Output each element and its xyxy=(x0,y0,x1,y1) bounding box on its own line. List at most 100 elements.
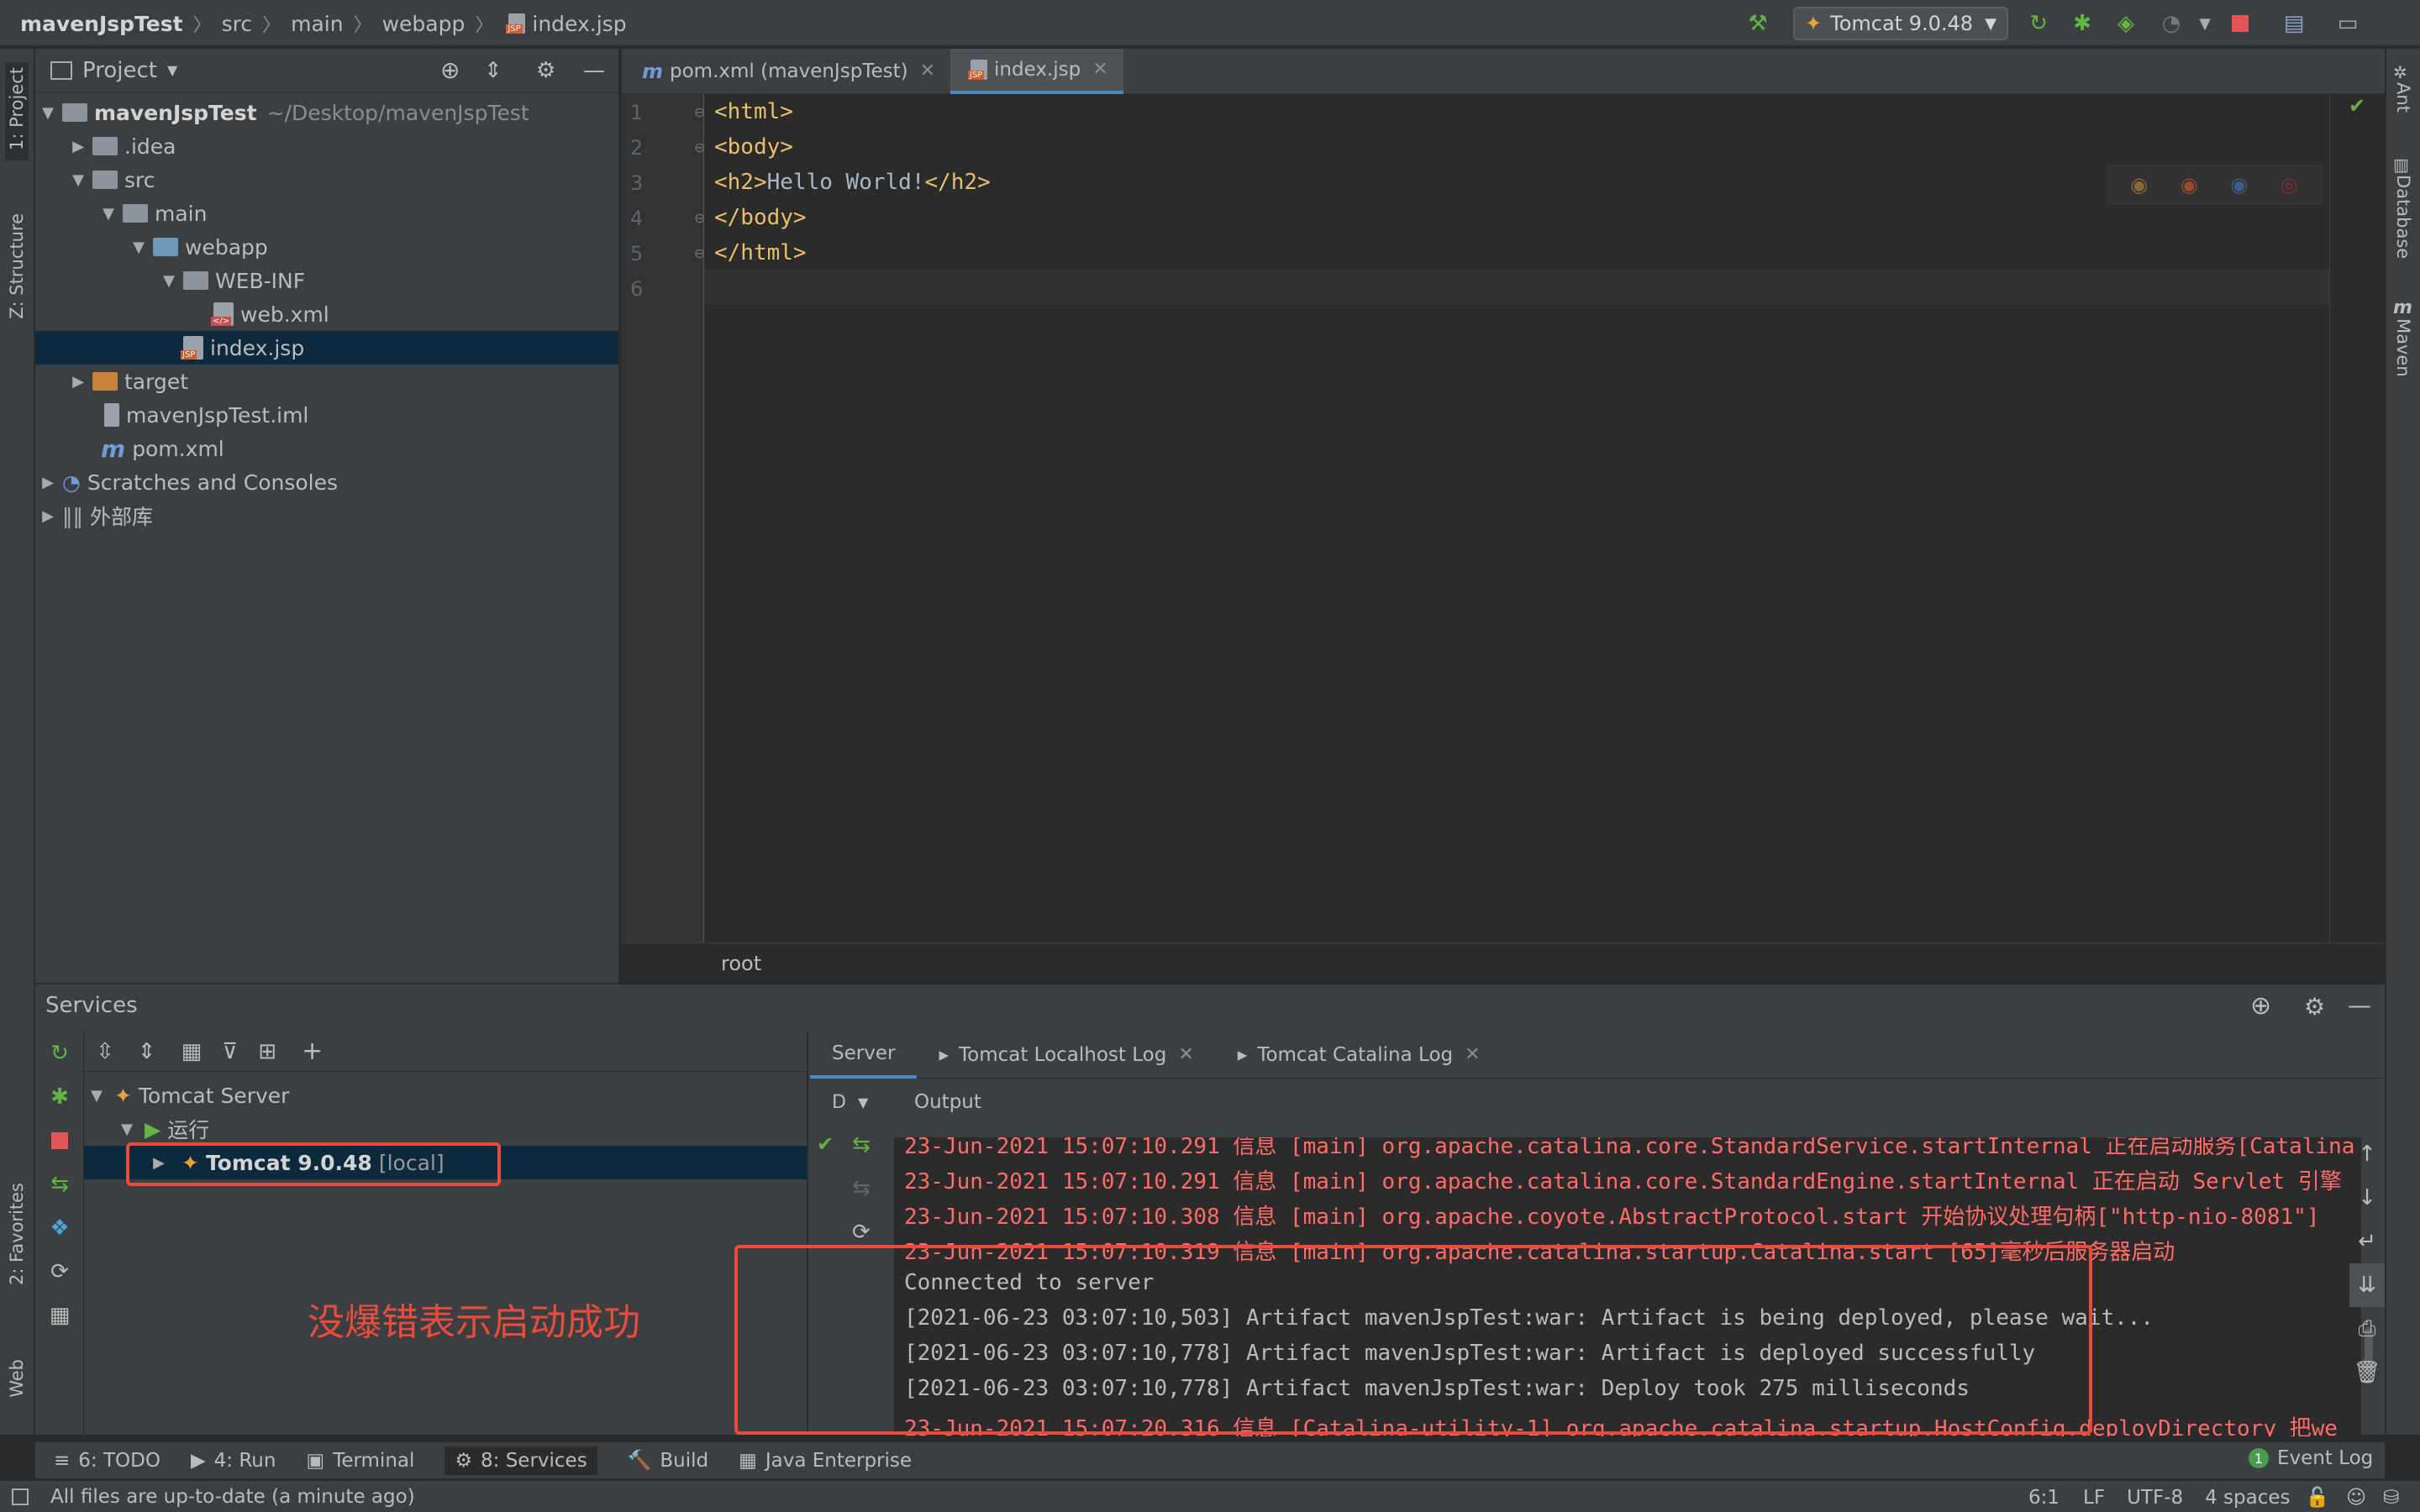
expanded-arrow-icon[interactable]: ▼ xyxy=(69,171,87,189)
lock-icon[interactable]: 🔓 xyxy=(2306,1486,2330,1509)
indent-setting[interactable]: 4 spaces xyxy=(2205,1487,2290,1509)
fold-icon[interactable]: ⊖ xyxy=(694,210,705,226)
minimize-icon[interactable]: — xyxy=(583,58,605,83)
stop-icon[interactable] xyxy=(2225,8,2255,39)
tree-item-web-xml[interactable]: web.xml xyxy=(35,297,618,331)
expanded-arrow-icon[interactable]: ▼ xyxy=(129,239,148,256)
more-run-chevron-icon[interactable]: ▼ xyxy=(2190,8,2220,39)
print-icon[interactable]: ⎙ xyxy=(2349,1307,2385,1351)
coverage-shield-icon[interactable]: ◈ xyxy=(2111,8,2141,39)
safari-browser-icon[interactable]: ◉ xyxy=(2230,173,2248,197)
editor-breadcrumb-root[interactable]: root xyxy=(721,952,761,975)
fold-icon[interactable]: ⊖ xyxy=(694,245,705,261)
breadcrumb-main[interactable]: main xyxy=(291,12,343,36)
add-icon[interactable]: + xyxy=(302,1037,323,1066)
collapsed-arrow-icon[interactable]: ▶ xyxy=(39,474,57,491)
tree-item-src[interactable]: ▼ src xyxy=(35,163,618,197)
editor-scrollbar[interactable]: ✔ xyxy=(2329,94,2385,942)
expanded-arrow-icon[interactable]: ▼ xyxy=(87,1087,106,1105)
structure-tool-button[interactable]: Z: Structure xyxy=(7,213,27,324)
scroll-to-end-icon[interactable]: ⇊ xyxy=(2349,1263,2385,1307)
tree-item-index-jsp[interactable]: index.jsp xyxy=(35,331,618,365)
expand-all-icon[interactable]: ⇳ xyxy=(96,1039,114,1064)
collapsed-arrow-icon[interactable]: ▶ xyxy=(69,373,87,391)
hector-icon[interactable]: ☺ xyxy=(2346,1487,2366,1509)
expanded-arrow-icon[interactable]: ▼ xyxy=(99,205,118,223)
tree-item-idea[interactable]: ▶ .idea xyxy=(35,129,618,163)
close-icon[interactable]: ✕ xyxy=(1178,1044,1193,1065)
refresh-icon[interactable]: ⟳ xyxy=(35,1250,84,1294)
breadcrumb-file[interactable]: index.jsp xyxy=(532,12,626,36)
fold-icon[interactable]: ⊖ xyxy=(694,139,705,155)
tree-item-pom-xml[interactable]: m pom.xml xyxy=(35,432,618,465)
group-by-icon[interactable]: ▦ xyxy=(182,1039,203,1064)
favorites-tool-button[interactable]: 2: Favorites xyxy=(7,1183,27,1290)
refresh-icon[interactable]: ⟳ xyxy=(852,1220,871,1245)
run-tool-button[interactable]: ▶ 4: Run xyxy=(191,1450,276,1472)
arrow-down-icon[interactable]: ↓ xyxy=(2349,1176,2385,1220)
tree-item-running[interactable]: ▼ ▶ 运行 xyxy=(84,1112,807,1146)
minimize-icon[interactable]: — xyxy=(2348,991,2371,1019)
build-hammer-icon[interactable]: ⚒ xyxy=(1743,8,1773,39)
expanded-arrow-icon[interactable]: ▼ xyxy=(39,104,57,122)
opera-browser-icon[interactable]: ◎ xyxy=(2281,173,2298,197)
trash-icon[interactable]: 🗑 xyxy=(2349,1351,2385,1394)
run-configuration-select[interactable]: ✦ Tomcat 9.0.48 ▼ xyxy=(1793,7,2008,40)
tree-item-scratches[interactable]: ▶ ◔ Scratches and Consoles xyxy=(35,465,618,499)
status-message[interactable]: All files are up-to-date (a minute ago) xyxy=(50,1486,415,1508)
tree-item-iml[interactable]: mavenJspTest.iml xyxy=(35,398,618,432)
project-tool-button[interactable]: 1: Project xyxy=(5,62,29,160)
tab-tomcat-catalina-log[interactable]: ▸ Tomcat Catalina Log ✕ xyxy=(1216,1032,1502,1079)
rerun-icon[interactable]: ↻ xyxy=(35,1032,84,1075)
collapsed-arrow-icon[interactable]: ▶ xyxy=(69,138,87,155)
tab-pom-xml[interactable]: m pom.xml (mavenJspTest) ✕ xyxy=(622,49,950,94)
close-icon[interactable]: ✕ xyxy=(920,60,935,81)
redeploy-icon[interactable]: ⇆ xyxy=(852,1132,871,1158)
gear-icon[interactable]: ⚙ xyxy=(536,58,555,83)
firefox-browser-icon[interactable]: ◉ xyxy=(2181,173,2198,197)
code-editor[interactable]: 1 2 3 4 5 6 ⊖ ⊖ ⊖ ⊖ <html> <body> <h2>Hell… xyxy=(622,94,2385,942)
event-log-tool-button[interactable]: 1 Event Log xyxy=(2249,1447,2373,1469)
artifact-icon[interactable]: ❖ xyxy=(35,1206,84,1250)
project-view-title[interactable]: Project xyxy=(82,58,157,83)
fold-icon[interactable]: ⊖ xyxy=(694,104,705,120)
chrome-browser-icon[interactable]: ◉ xyxy=(2130,173,2148,197)
debug-bug-icon[interactable]: ✱ xyxy=(35,1075,84,1119)
stop-icon[interactable] xyxy=(35,1119,84,1163)
profile-icon[interactable]: ◔ xyxy=(2156,8,2186,39)
tree-item-project-root[interactable]: ▼ mavenJspTest ~/Desktop/mavenJspTest xyxy=(35,96,618,129)
new-service-icon[interactable]: ⊞ xyxy=(258,1039,276,1064)
tree-item-tomcat-server[interactable]: ▼ ✦ Tomcat Server xyxy=(84,1079,807,1112)
ant-tool-button[interactable]: ✲ Ant xyxy=(2393,62,2413,118)
layout-icon[interactable]: ▦ xyxy=(35,1294,84,1337)
memory-icon[interactable]: ⛁ xyxy=(2383,1487,2399,1509)
toggle-tool-windows-icon[interactable] xyxy=(12,1488,29,1505)
tab-index-jsp[interactable]: index.jsp ✕ xyxy=(950,48,1123,94)
terminal-tool-button[interactable]: ▣ Terminal xyxy=(306,1450,414,1472)
breadcrumb-project[interactable]: mavenJspTest xyxy=(20,12,183,36)
expanded-arrow-icon[interactable]: ▼ xyxy=(160,272,178,290)
chevron-down-icon[interactable]: ▼ xyxy=(167,62,177,78)
deploy-icon[interactable]: ⇆ xyxy=(35,1163,84,1206)
project-structure-icon[interactable]: ▤ xyxy=(2279,8,2309,39)
tree-item-web-inf[interactable]: ▼ WEB-INF xyxy=(35,264,618,297)
tab-server[interactable]: Server xyxy=(810,1031,918,1079)
collapse-all-icon[interactable]: ⇕ xyxy=(138,1039,156,1064)
debug-bug-icon[interactable]: ✱ xyxy=(2067,8,2097,39)
rerun-icon[interactable]: ↻ xyxy=(2023,8,2054,39)
tree-item-external-libraries[interactable]: ▶ ‖‖ 外部库 xyxy=(35,499,618,533)
gear-icon[interactable]: ⚙ xyxy=(2304,993,2325,1021)
tree-item-webapp[interactable]: ▼ webapp xyxy=(35,230,618,264)
caret-position[interactable]: 6:1 xyxy=(2028,1487,2060,1509)
collapsed-arrow-icon[interactable]: ▶ xyxy=(39,507,57,525)
java-enterprise-tool-button[interactable]: ▦ Java Enterprise xyxy=(739,1450,912,1472)
file-encoding[interactable]: UTF-8 xyxy=(2127,1487,2183,1509)
tree-item-main[interactable]: ▼ main xyxy=(35,197,618,230)
maven-tool-button[interactable]: m Maven xyxy=(2393,297,2413,382)
breadcrumb-src[interactable]: src xyxy=(222,12,253,36)
web-tool-button[interactable]: Web xyxy=(7,1359,27,1403)
soft-wrap-icon[interactable]: ↵ xyxy=(2349,1220,2385,1263)
chevron-down-icon[interactable]: ▼ xyxy=(858,1095,868,1110)
expanded-arrow-icon[interactable]: ▼ xyxy=(118,1121,136,1138)
locate-crosshair-icon[interactable]: ⊕ xyxy=(2250,991,2271,1021)
